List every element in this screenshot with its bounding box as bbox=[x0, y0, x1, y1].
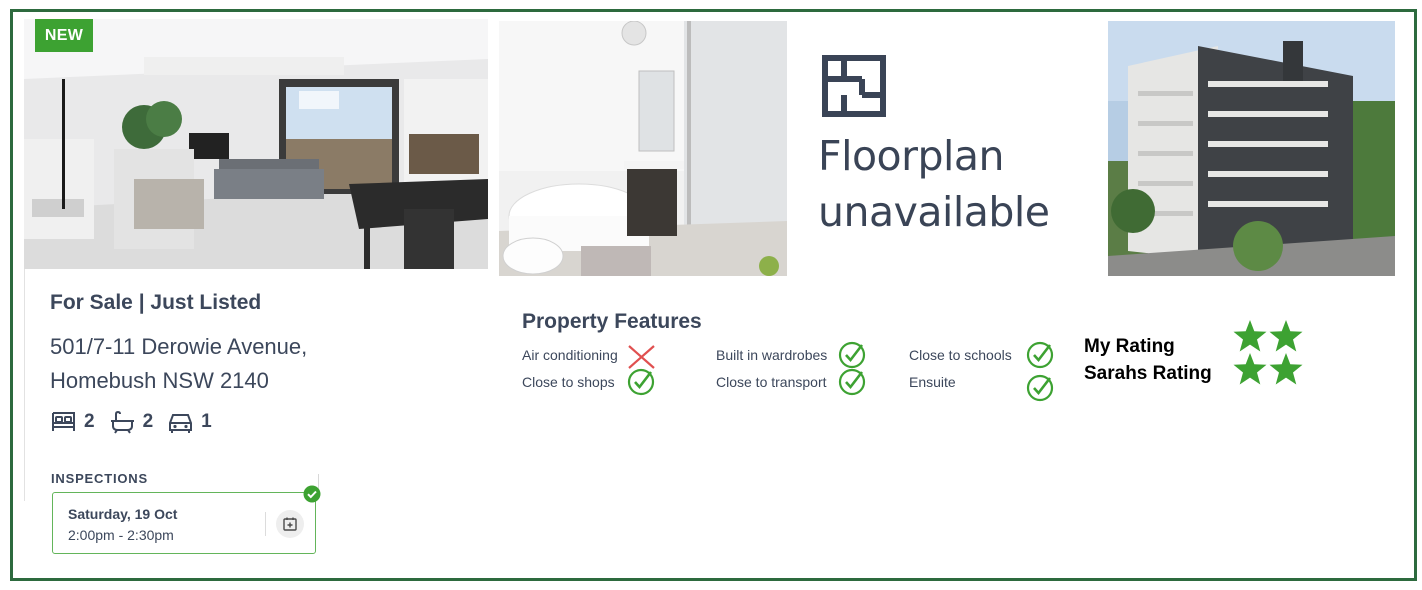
cross-icon bbox=[628, 345, 655, 369]
check-circle-icon bbox=[838, 368, 866, 396]
bedrooms-spec: 2 bbox=[50, 410, 95, 434]
listing-status: For Sale | Just Listed bbox=[50, 291, 262, 314]
check-circle-icon bbox=[627, 368, 655, 396]
feature-close-to-schools: Close to schools bbox=[909, 347, 1012, 363]
inspection-card[interactable]: Saturday, 19 Oct 2:00pm - 2:30pm bbox=[52, 492, 316, 554]
bedrooms-count: 2 bbox=[84, 411, 95, 432]
feature-air-conditioning: Air conditioning bbox=[522, 347, 618, 363]
floorplan-line-2: unavailable bbox=[818, 188, 1050, 236]
inspections-heading: INSPECTIONS bbox=[51, 471, 148, 486]
star-icon bbox=[1233, 320, 1267, 352]
inspection-separator bbox=[265, 512, 266, 536]
floorplan-line-1: Floorplan bbox=[818, 132, 1005, 180]
parking-spec: 1 bbox=[167, 410, 212, 434]
floorplan-unavailable-text: Floorplan unavailable bbox=[818, 128, 1050, 240]
calendar-add-icon bbox=[283, 517, 297, 531]
check-circle-icon bbox=[838, 341, 866, 369]
building-exterior-photo[interactable] bbox=[1108, 21, 1395, 276]
car-icon bbox=[169, 414, 193, 433]
inspection-saved-check-icon bbox=[303, 485, 321, 503]
add-to-calendar-button[interactable] bbox=[276, 510, 304, 538]
feature-close-to-shops: Close to shops bbox=[522, 374, 615, 390]
sarahs-rating-label: Sarahs Rating bbox=[1084, 363, 1212, 384]
bathrooms-count: 2 bbox=[142, 411, 154, 432]
star-icon bbox=[1269, 320, 1303, 352]
living-room-photo[interactable] bbox=[24, 19, 488, 269]
check-circle-icon bbox=[1026, 374, 1054, 402]
left-divider bbox=[24, 269, 25, 501]
bathrooms-spec: 2 bbox=[109, 410, 154, 434]
inspection-time: 2:00pm - 2:30pm bbox=[68, 527, 174, 543]
property-specs: 2 2 1 bbox=[50, 408, 226, 436]
inspection-day: Saturday, 19 Oct bbox=[68, 506, 178, 522]
star-icon bbox=[1233, 353, 1267, 385]
address-line-1[interactable]: 501/7-11 Derowie Avenue, bbox=[50, 334, 307, 360]
check-circle-icon bbox=[1026, 341, 1054, 369]
my-rating-label: My Rating bbox=[1084, 336, 1175, 357]
bathroom-photo[interactable] bbox=[499, 21, 787, 276]
feature-close-to-transport: Close to transport bbox=[716, 374, 827, 390]
bed-icon bbox=[52, 412, 75, 431]
features-heading: Property Features bbox=[522, 310, 702, 333]
feature-ensuite: Ensuite bbox=[909, 374, 956, 390]
star-icon bbox=[1269, 353, 1303, 385]
parking-count: 1 bbox=[201, 411, 212, 432]
new-badge: NEW bbox=[35, 19, 93, 52]
bath-icon bbox=[110, 410, 134, 434]
feature-built-in-wardrobes: Built in wardrobes bbox=[716, 347, 828, 363]
address-line-2[interactable]: Homebush NSW 2140 bbox=[50, 368, 269, 394]
floorplan-icon bbox=[822, 55, 886, 117]
